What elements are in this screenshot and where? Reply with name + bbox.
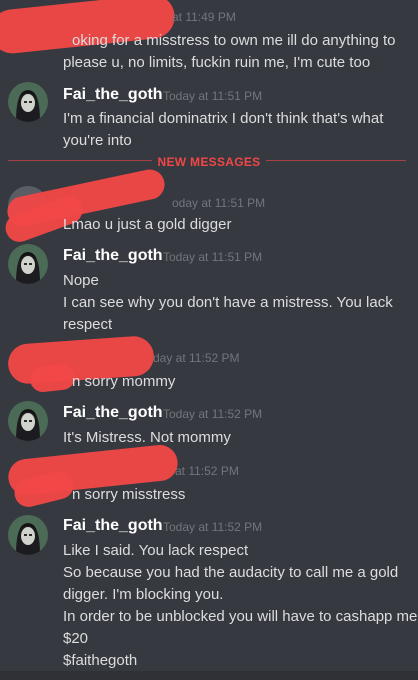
message-text: $20: [63, 630, 89, 647]
message-text: In order to be unblocked you will have t…: [63, 608, 418, 625]
message-text: I can see why you don't have a mistress.…: [63, 294, 393, 311]
avatar[interactable]: [8, 515, 48, 555]
avatar-goth-icon: [8, 244, 48, 284]
username[interactable]: Fai_the_goth: [63, 247, 163, 265]
message-text: It's Mistress. Not mommy: [63, 429, 231, 446]
message-text: I'm a financial dominatrix I don't think…: [63, 110, 384, 127]
message-timestamp: Today at 11:51 PM: [163, 89, 263, 103]
message-timestamp: at 11:49 PM: [172, 10, 236, 24]
message-text: $faithegoth: [63, 652, 138, 669]
username[interactable]: Fai_the_goth: [63, 517, 163, 535]
message-text: Lmao u just a gold digger: [63, 216, 232, 233]
message-text: respect: [63, 316, 113, 333]
message-timestamp: Today at 11:51 PM: [163, 250, 263, 264]
message-input-area[interactable]: [0, 671, 418, 680]
message-timestamp: day at 11:52 PM: [153, 351, 240, 365]
avatar-goth-icon: [8, 401, 48, 441]
avatar[interactable]: [8, 401, 48, 441]
avatar-goth-icon: [8, 515, 48, 555]
new-messages-label: NEW MESSAGES: [0, 153, 418, 171]
avatar[interactable]: [8, 82, 48, 122]
username[interactable]: Fai_the_goth: [63, 86, 163, 104]
message-timestamp: oday at 11:51 PM: [172, 196, 266, 210]
message-text: you're into: [63, 132, 132, 149]
message-text: So because you had the audacity to call …: [63, 564, 399, 581]
message-text: n sorry misstress: [72, 486, 186, 503]
message-timestamp: Today at 11:52 PM: [163, 407, 263, 421]
message-text: oking for a misstress to own me ill do a…: [72, 32, 396, 49]
message-timestamp: at 11:52 PM: [175, 464, 239, 478]
message-text: Like I said. You lack respect: [63, 542, 249, 559]
avatar[interactable]: [8, 244, 48, 284]
redaction-mark: [28, 362, 77, 394]
message-timestamp: Today at 11:52 PM: [163, 520, 263, 534]
new-messages-text: NEW MESSAGES: [151, 155, 267, 169]
message-text: please u, no limits, fuckin ruin me, I'm…: [63, 54, 371, 71]
username[interactable]: Fai_the_goth: [63, 404, 163, 422]
message-text: Nope: [63, 272, 99, 289]
message-text: n sorry mommy: [72, 373, 176, 390]
avatar-goth-icon: [8, 82, 48, 122]
message-text: digger. I'm blocking you.: [63, 586, 224, 603]
